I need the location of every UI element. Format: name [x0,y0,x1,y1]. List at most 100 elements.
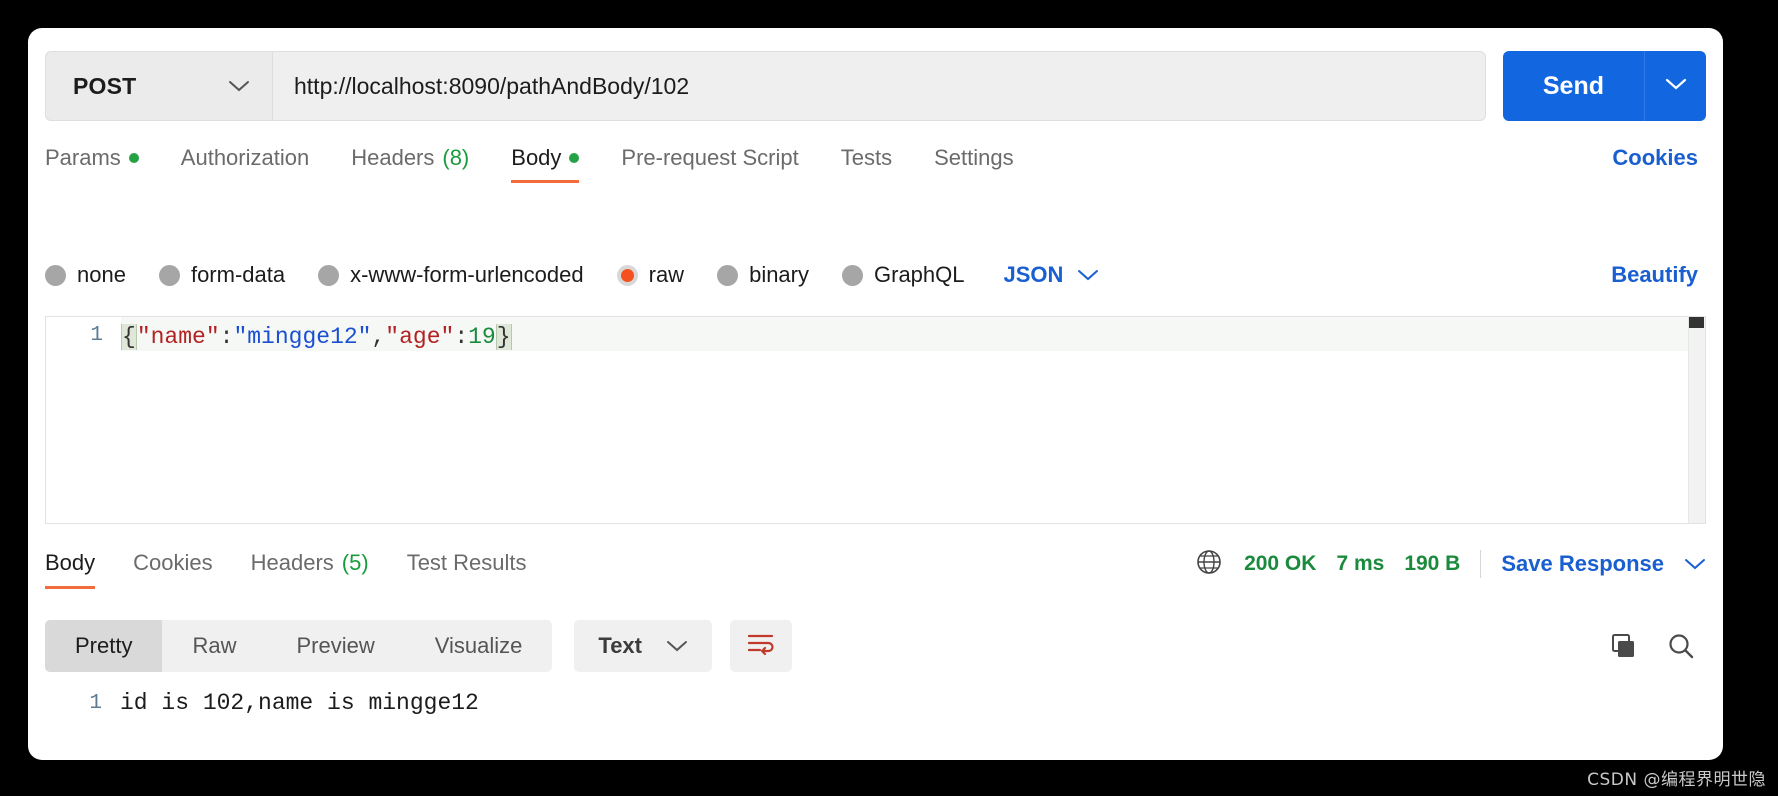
body-type-label: GraphQL [874,262,965,287]
chevron-down-icon [228,79,250,93]
response-format-select[interactable]: Text [574,620,712,672]
chevron-down-icon [1665,77,1687,96]
url-bar: POST http://localhost:8090/pathAndBody/1… [45,51,1706,121]
chevron-down-icon [1077,268,1099,282]
response-body-viewer[interactable]: 1 id is 102,name is mingge12 [45,688,1706,748]
editor-scrollbar-thumb[interactable] [1689,317,1704,328]
body-type-label: binary [749,262,809,287]
json-token-number: 19 [468,324,496,350]
modified-dot-icon [569,153,580,163]
tab-settings[interactable]: Settings [934,145,1014,183]
copy-icon[interactable] [1608,631,1638,661]
response-body-line: 1 id is 102,name is mingge12 [45,688,1706,716]
tab-tests[interactable]: Tests [841,145,892,183]
radio-icon [158,264,180,286]
raw-format-select[interactable]: JSON [1004,262,1100,288]
tab-count: (5) [341,549,369,575]
response-view-mode-group: Pretty Raw Preview Visualize [45,620,553,672]
body-type-row: none form-data x-www-form-urlencoded raw… [45,253,1706,297]
response-tab-headers[interactable]: Headers (5) [251,550,369,589]
radio-icon [318,264,340,286]
body-type-label: x-www-form-urlencoded [350,262,584,287]
http-method-label: POST [73,72,137,99]
send-button-group: Send [1502,51,1706,121]
body-type-form-data[interactable]: form-data [158,262,286,288]
body-type-none[interactable]: none [45,262,126,288]
line-number: 1 [89,692,102,715]
body-type-raw[interactable]: raw [616,262,685,288]
tab-params[interactable]: Params [45,145,139,183]
body-type-binary[interactable]: binary [717,262,809,288]
tab-label: Tests [840,145,893,170]
body-type-graphql[interactable]: GraphQL [842,262,965,288]
send-button[interactable]: Send [1502,51,1644,121]
wrap-lines-icon [746,631,776,662]
tab-label: Headers [351,145,435,170]
response-body-text: id is 102,name is mingge12 [120,690,479,716]
radio-icon [45,264,66,286]
radio-selected-icon [616,264,638,286]
chevron-down-icon [666,639,688,653]
body-type-label: raw [648,262,685,287]
response-tab-cookies[interactable]: Cookies [133,550,212,589]
search-icon[interactable] [1666,631,1696,661]
send-options-button[interactable] [1644,51,1706,121]
editor-line: 1 {"name":"mingge12","age":19} [46,317,1705,357]
postman-request-panel: POST http://localhost:8090/pathAndBody/1… [28,28,1723,760]
json-token-key: "age" [385,324,455,350]
tab-label: Pre-request Script [621,145,799,170]
beautify-button[interactable]: Beautify [1611,262,1698,288]
body-type-urlencoded[interactable]: x-www-form-urlencoded [318,262,584,288]
watermark: CSDN @编程界明世隐 [1587,770,1766,790]
response-tab-test-results[interactable]: Test Results [407,550,527,589]
http-method-select[interactable]: POST [45,51,272,121]
tab-body[interactable]: Body [511,145,580,183]
tab-label: Body [45,549,96,575]
json-token-punct: : [219,324,234,350]
tab-pre-request-script[interactable]: Pre-request Script [621,145,798,183]
response-format-label: Text [598,633,642,658]
radio-icon [717,264,739,286]
globe-icon [1194,547,1224,582]
tab-label: Test Results [406,549,527,575]
response-size: 190 B [1404,552,1461,575]
modified-dot-icon [128,153,139,163]
tab-label: Settings [934,145,1014,170]
editor-code[interactable]: {"name":"mingge12","age":19} [121,317,1705,351]
tab-count: (8) [442,145,470,170]
wrap-lines-button[interactable] [730,620,792,672]
json-token-string: "mingge12" [233,324,372,350]
raw-format-label: JSON [1003,262,1064,287]
response-action-icons [1608,631,1696,661]
view-mode-visualize[interactable]: Visualize [405,620,553,672]
response-time: 7 ms [1336,552,1385,575]
tab-label: Params [45,145,121,170]
chevron-down-icon[interactable] [1684,557,1706,571]
view-mode-preview[interactable]: Preview [266,620,404,672]
tab-label: Headers [250,549,334,575]
json-token-brace: { [121,324,137,350]
tab-label: Body [511,145,562,170]
save-response-button[interactable]: Save Response [1501,551,1664,577]
json-token-key: "name" [136,324,220,350]
tab-label: Cookies [133,549,213,575]
body-type-label: none [77,262,126,287]
response-tabs: Body Cookies Headers (5) Test Results 20… [45,540,1706,598]
request-tabs: Params Authorization Headers (8) Body Pr… [45,136,1706,192]
tab-authorization[interactable]: Authorization [181,145,309,183]
url-input[interactable]: http://localhost:8090/pathAndBody/102 [272,51,1486,121]
response-status: 200 OK [1244,552,1317,575]
response-meta: 200 OK 7 ms 190 B Save Response [1194,547,1706,592]
json-token-punct: : [454,324,469,350]
body-type-label: form-data [190,262,286,287]
view-mode-pretty[interactable]: Pretty [45,620,163,672]
editor-scrollbar[interactable] [1688,317,1705,523]
tab-headers[interactable]: Headers (8) [351,145,469,183]
line-number: 1 [90,324,103,347]
divider [1480,550,1482,578]
cookies-link[interactable]: Cookies [1612,145,1698,183]
view-mode-raw[interactable]: Raw [162,620,266,672]
json-token-brace: } [495,324,512,350]
response-tab-body[interactable]: Body [45,549,96,589]
request-body-editor[interactable]: 1 {"name":"mingge12","age":19} [45,316,1706,524]
